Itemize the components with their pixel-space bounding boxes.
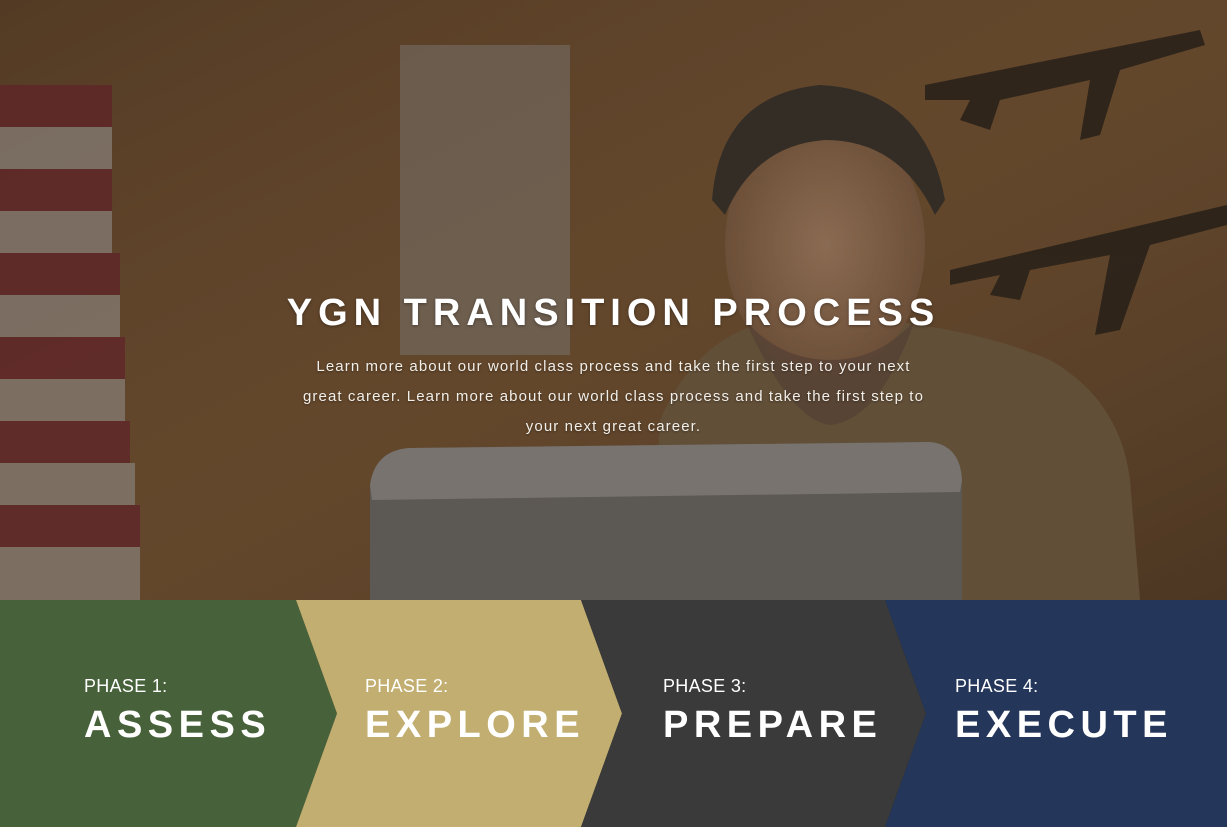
phase-4-name: EXECUTE: [955, 704, 1173, 746]
phase-1-number: PHASE 1:: [84, 676, 168, 696]
phase-3-card[interactable]: PHASE 3: PREPARE: [663, 600, 913, 827]
phase-4-card[interactable]: PHASE 4: EXECUTE: [955, 600, 1215, 827]
phase-2-name: EXPLORE: [365, 704, 586, 746]
phase-4-number: PHASE 4:: [955, 676, 1039, 696]
phase-2-number: PHASE 2:: [365, 676, 449, 696]
phase-2-card[interactable]: PHASE 2: EXPLORE: [365, 600, 615, 827]
phases-section: PHASE 1: ASSESS PHASE 2: EXPLORE PHASE 3…: [0, 600, 1227, 827]
phase-1-name: ASSESS: [84, 704, 272, 746]
phase-3-name: PREPARE: [663, 704, 883, 746]
phase-3-number: PHASE 3:: [663, 676, 747, 696]
hero-description: Learn more about our world class process…: [302, 358, 925, 435]
phase-1-card[interactable]: PHASE 1: ASSESS: [84, 600, 324, 827]
hero-title: YGN TRANSITION PROCESS: [286, 292, 941, 334]
hero-section: YGN TRANSITION PROCESS Learn more about …: [0, 0, 1227, 600]
